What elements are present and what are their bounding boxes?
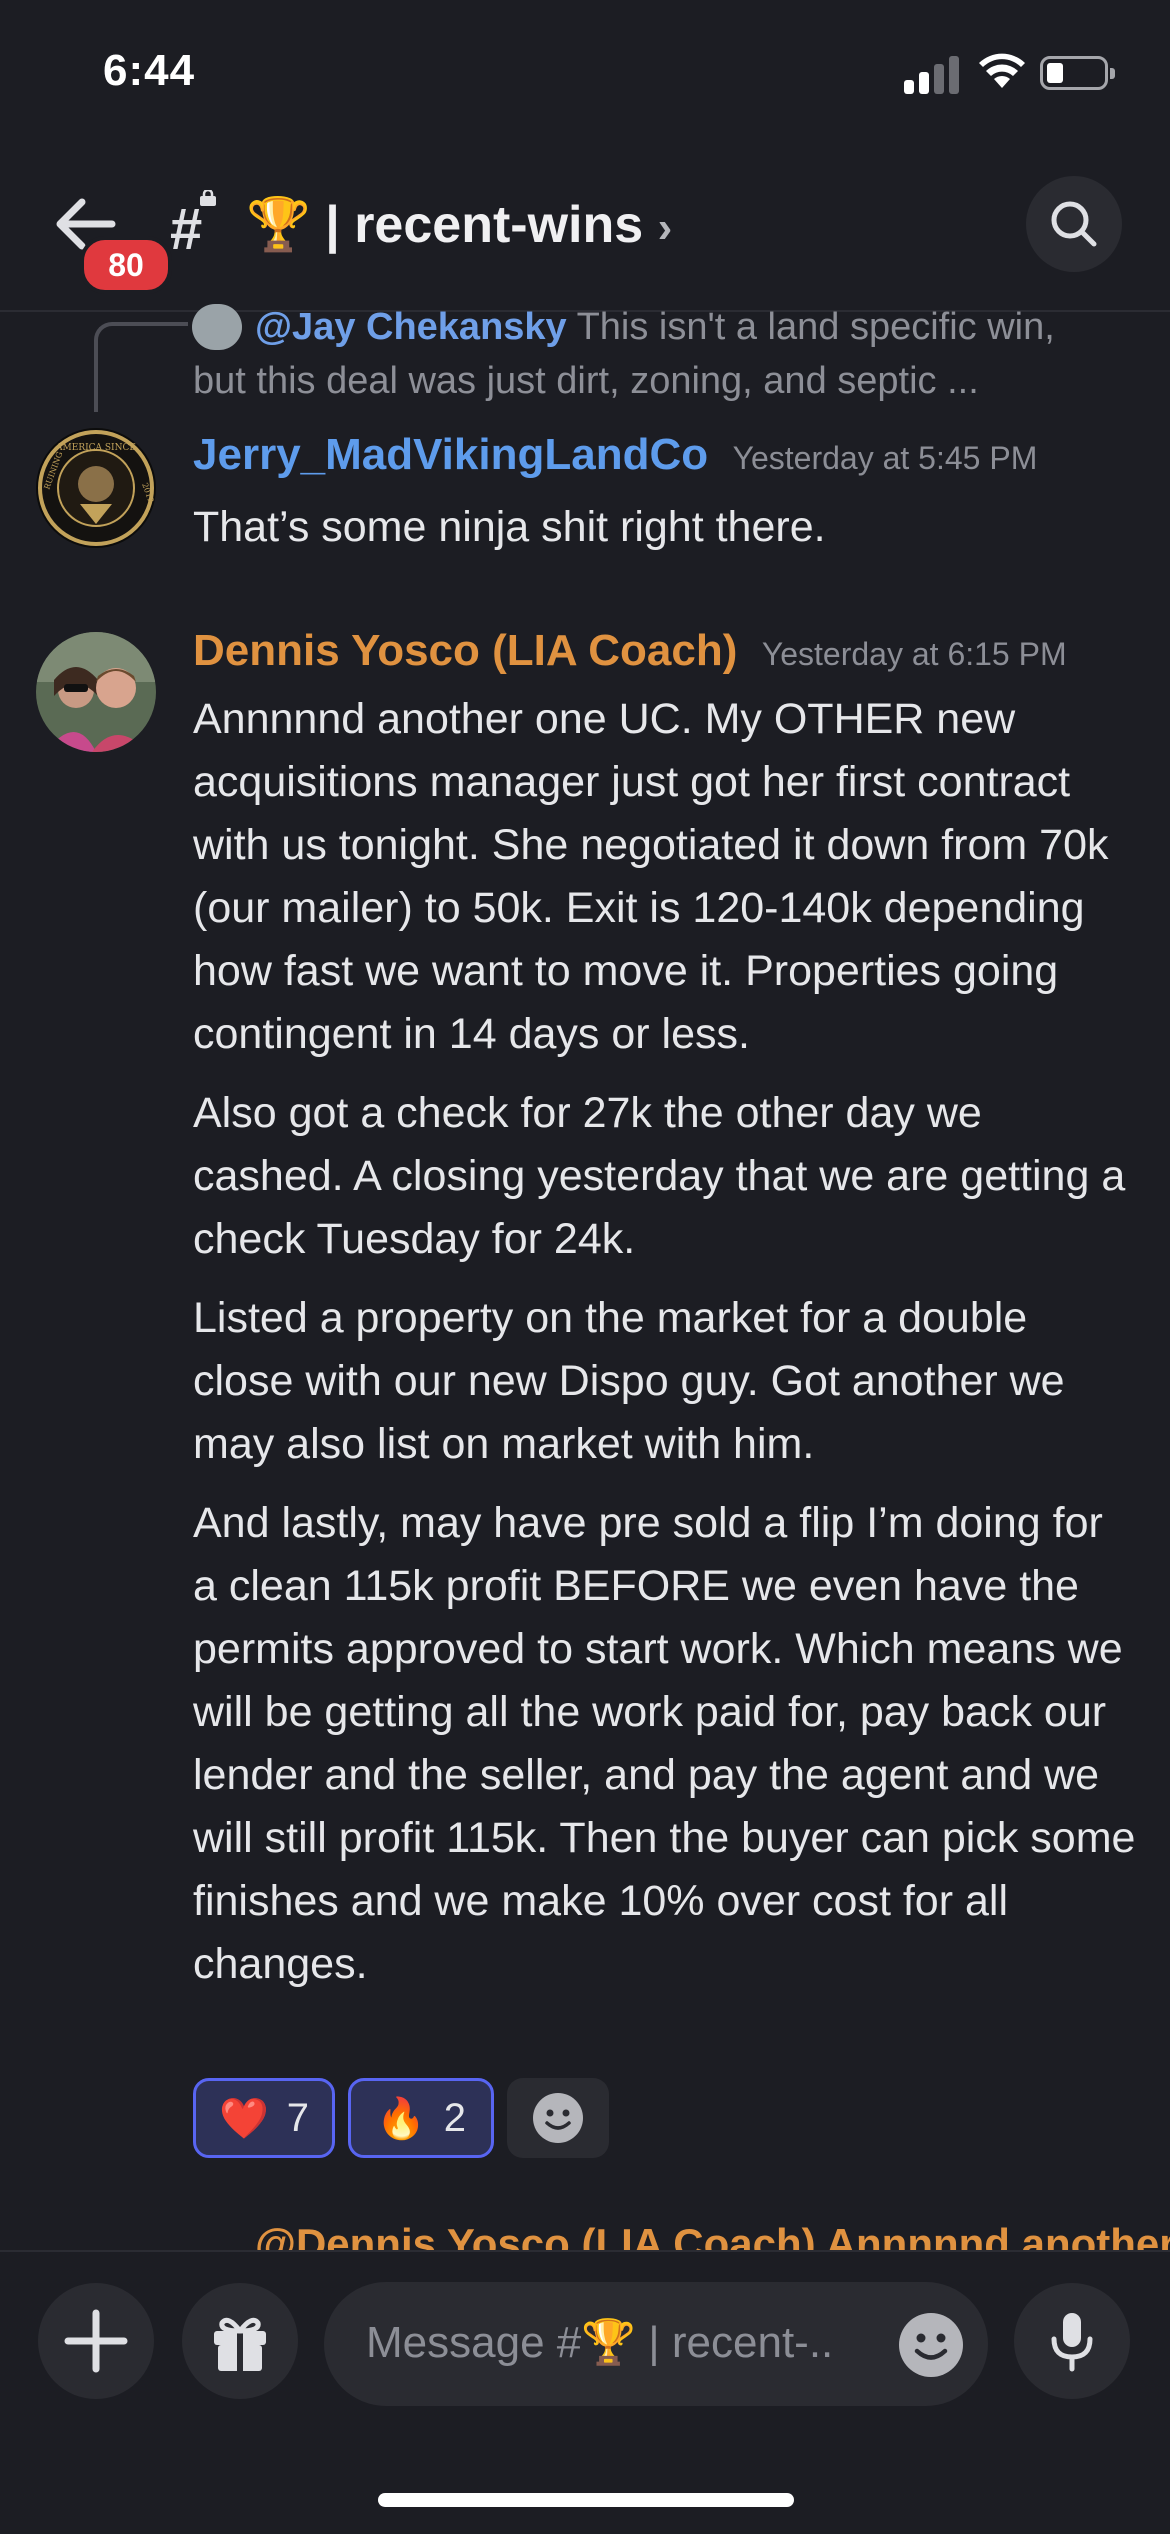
message-paragraph: That’s some ninja shit right there. [193, 503, 826, 551]
seal-text-top: AMERICA SINCE [55, 443, 136, 453]
channel-name: | recent-wins [325, 196, 644, 254]
message-paragraph: Listed a property on the market for a do… [193, 1294, 1065, 1468]
message-paragraph: And lastly, may have pre sold a flip I’m… [193, 1499, 1136, 1988]
reaction-heart[interactable]: ❤️ 7 [193, 2078, 335, 2158]
channel-title[interactable]: 🏆 | recent-wins › [246, 194, 672, 255]
message-body: That’s some ninja shit right there. [193, 496, 1133, 575]
gift-icon [214, 2317, 266, 2371]
emoji-icon [533, 2093, 583, 2143]
message-header: Jerry_MadVikingLandCo Yesterday at 5:45 … [193, 430, 1037, 480]
message-timestamp: Yesterday at 6:15 PM [761, 636, 1067, 672]
channel-hash-icon: # [170, 197, 203, 262]
reply-preview[interactable]: @Jay Chekansky This isn't a land specifi… [193, 300, 1093, 408]
message-author[interactable]: Dennis Yosco (LIA Coach) [193, 626, 737, 675]
search-button[interactable] [1026, 176, 1122, 272]
viking-seal-icon: AMERICA SINCE RUINING 2019 [38, 430, 156, 546]
avatar[interactable] [36, 632, 156, 752]
channel-emoji: 🏆 [246, 196, 311, 254]
reply-mention[interactable]: @Jay Chekansky [255, 306, 567, 348]
reply-text: This isn't a land specific win, [576, 306, 1055, 348]
voice-button[interactable] [1014, 2283, 1130, 2399]
lock-icon [200, 190, 216, 206]
message-paragraph: Annnnnd another one UC. My OTHER new acq… [193, 695, 1109, 1058]
home-indicator[interactable] [378, 2493, 794, 2507]
profile-photo [36, 632, 156, 752]
message-header: Dennis Yosco (LIA Coach) Yesterday at 6:… [193, 626, 1067, 676]
wifi-icon [979, 53, 1025, 88]
message-paragraph: Also got a check for 27k the other day w… [193, 1089, 1126, 1263]
unread-badge: 80 [80, 236, 172, 294]
avatar[interactable]: AMERICA SINCE RUINING 2019 [36, 428, 156, 548]
add-reaction-button[interactable] [507, 2078, 609, 2158]
microphone-icon [1051, 2313, 1093, 2372]
reaction-count: 2 [443, 2095, 467, 2140]
heart-emoji: ❤️ [218, 2096, 269, 2141]
message-timestamp: Yesterday at 5:45 PM [732, 440, 1038, 476]
reaction-count: 7 [286, 2095, 310, 2140]
attach-button[interactable] [38, 2283, 154, 2399]
reply-connector [94, 322, 188, 412]
battery-icon [1040, 56, 1115, 90]
fire-emoji: 🔥 [375, 2096, 426, 2141]
reply-text-line2: but this deal was just dirt, zoning, and… [193, 360, 979, 402]
gift-button[interactable] [182, 2283, 298, 2399]
cellular-signal-icon [904, 54, 960, 94]
message-body: Annnnnd another one UC. My OTHER new acq… [193, 688, 1138, 2012]
search-icon [1051, 201, 1097, 247]
plus-icon [64, 2309, 128, 2373]
reaction-fire[interactable]: 🔥 2 [348, 2078, 494, 2158]
message-author[interactable]: Jerry_MadVikingLandCo [193, 430, 708, 479]
message-placeholder: Message #🏆 | recent-.. [366, 2318, 834, 2367]
emoji-icon[interactable] [896, 2310, 966, 2380]
chevron-right-icon: › [657, 203, 673, 252]
status-time: 6:44 [103, 46, 196, 95]
